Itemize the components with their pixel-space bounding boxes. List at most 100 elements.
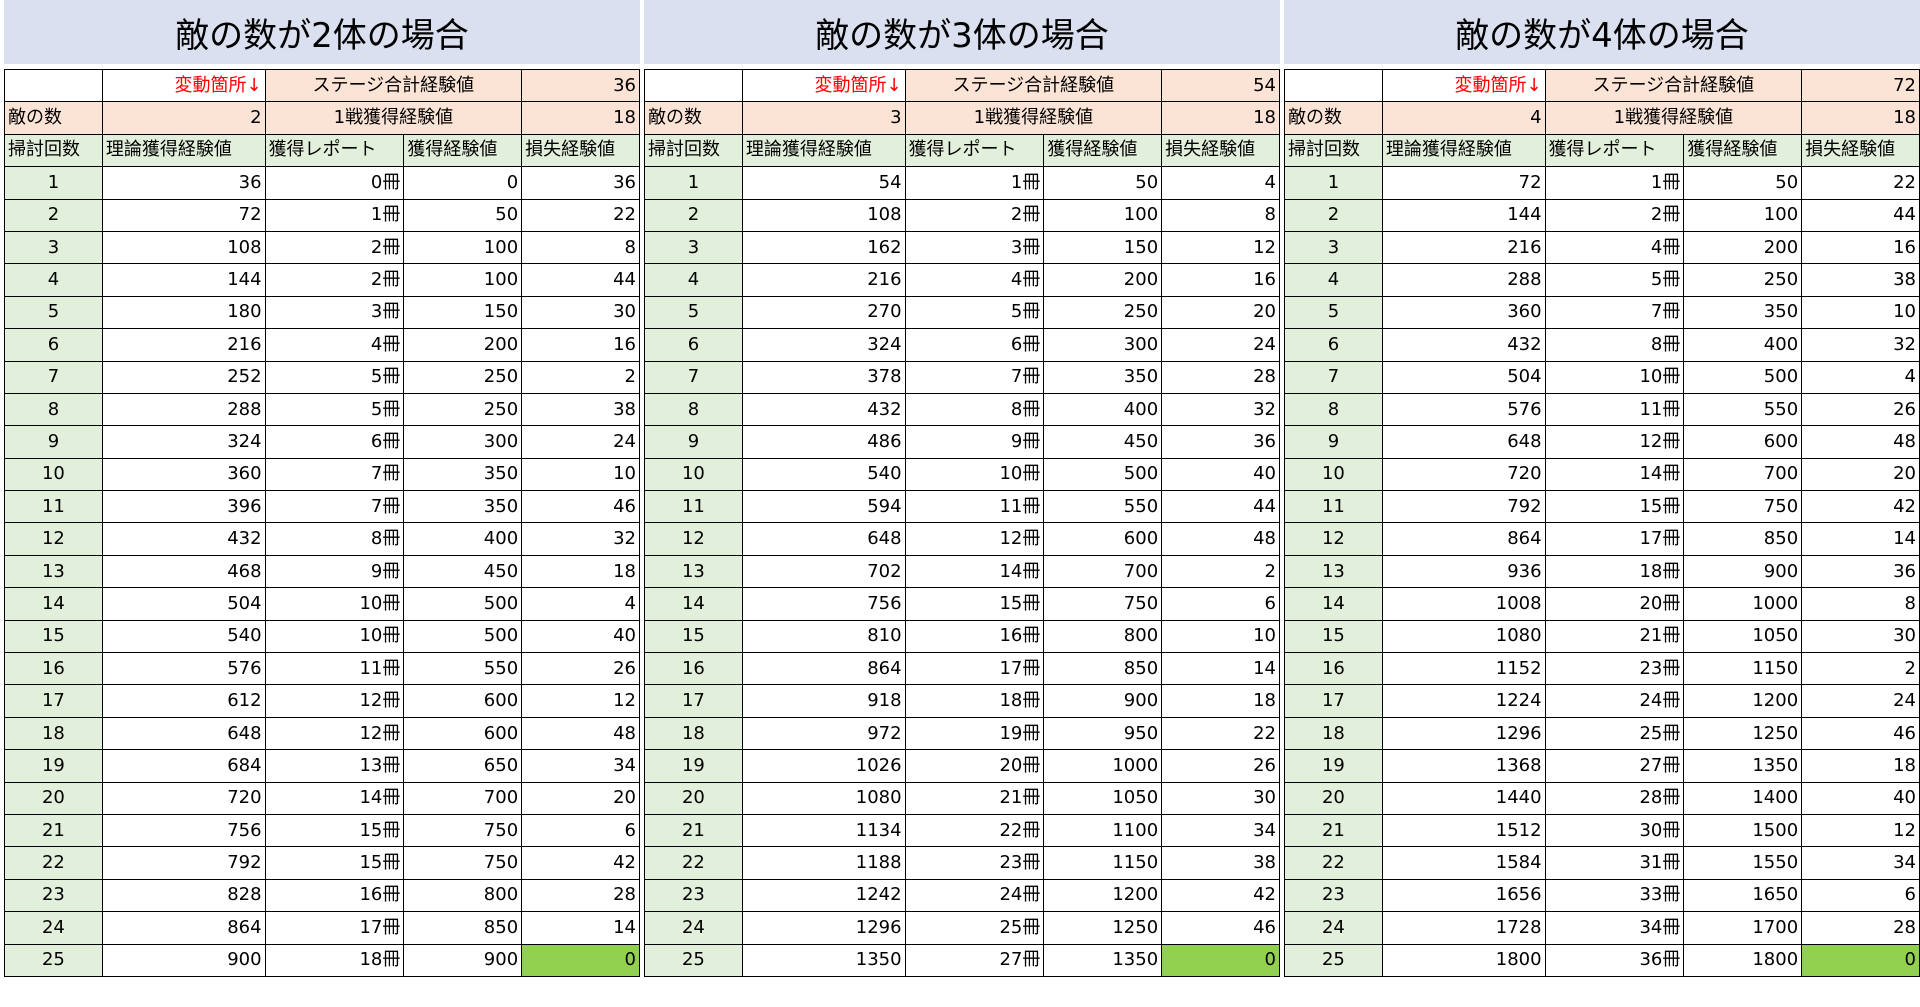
theory-exp-cell[interactable]: 648	[1381, 425, 1546, 459]
reports-cell[interactable]: 30冊	[1544, 813, 1685, 848]
reports-cell[interactable]: 9冊	[904, 425, 1045, 459]
header-lost-exp[interactable]: 損失経験値	[1161, 133, 1280, 168]
enemy-count-value[interactable]: 4	[1381, 101, 1546, 135]
theory-exp-cell[interactable]: 1152	[1381, 652, 1546, 686]
sweep-count-cell[interactable]: 19	[644, 749, 743, 783]
gained-exp-cell[interactable]: 350	[1683, 295, 1803, 330]
gained-exp-cell[interactable]: 50	[403, 198, 523, 232]
reports-cell[interactable]: 25冊	[904, 911, 1045, 945]
gained-exp-cell[interactable]: 600	[403, 684, 523, 718]
theory-exp-cell[interactable]: 1188	[741, 846, 906, 880]
sweep-count-cell[interactable]: 15	[4, 619, 103, 654]
reports-cell[interactable]: 7冊	[904, 360, 1045, 394]
header-theory-exp[interactable]: 理論獲得経験値	[741, 133, 906, 168]
reports-cell[interactable]: 14冊	[904, 554, 1045, 589]
theory-exp-cell[interactable]: 684	[101, 749, 266, 783]
sweep-count-cell[interactable]: 8	[1284, 392, 1383, 427]
lost-exp-cell[interactable]: 0	[1801, 943, 1920, 977]
lost-exp-cell[interactable]: 46	[521, 490, 640, 524]
sweep-count-cell[interactable]: 7	[4, 360, 103, 394]
reports-cell[interactable]: 4冊	[904, 263, 1045, 297]
reports-cell[interactable]: 5冊	[904, 295, 1045, 330]
sweep-count-cell[interactable]: 2	[1284, 198, 1383, 232]
lost-exp-cell[interactable]: 42	[1801, 490, 1920, 524]
lost-exp-cell[interactable]: 14	[1801, 522, 1920, 556]
gained-exp-cell[interactable]: 250	[1683, 263, 1803, 297]
theory-exp-cell[interactable]: 594	[741, 490, 906, 524]
lost-exp-cell[interactable]: 46	[1161, 911, 1280, 945]
theory-exp-cell[interactable]: 324	[101, 425, 266, 459]
sweep-count-cell[interactable]: 19	[1284, 749, 1383, 783]
header-gained-exp[interactable]: 獲得経験値	[1683, 133, 1803, 168]
lost-exp-cell[interactable]: 32	[1161, 392, 1280, 427]
lost-exp-cell[interactable]: 24	[1161, 328, 1280, 362]
theory-exp-cell[interactable]: 360	[1381, 295, 1546, 330]
header-reports[interactable]: 獲得レポート	[264, 133, 405, 168]
reports-cell[interactable]: 12冊	[1544, 425, 1685, 459]
gained-exp-cell[interactable]: 1350	[1683, 749, 1803, 783]
theory-exp-cell[interactable]: 504	[101, 587, 266, 621]
gained-exp-cell[interactable]: 0	[403, 166, 523, 200]
header-sweep-count[interactable]: 掃討回数	[1284, 133, 1383, 168]
theory-exp-cell[interactable]: 1656	[1381, 878, 1546, 913]
lost-exp-cell[interactable]: 2	[521, 360, 640, 394]
lost-exp-cell[interactable]: 44	[1801, 198, 1920, 232]
header-gained-exp[interactable]: 獲得経験値	[1043, 133, 1163, 168]
lost-exp-cell[interactable]: 48	[1801, 425, 1920, 459]
lost-exp-cell[interactable]: 30	[1801, 619, 1920, 654]
lost-exp-cell[interactable]: 44	[521, 263, 640, 297]
reports-cell[interactable]: 23冊	[1544, 652, 1685, 686]
reports-cell[interactable]: 2冊	[904, 198, 1045, 232]
lost-exp-cell[interactable]: 8	[521, 230, 640, 265]
theory-exp-cell[interactable]: 540	[101, 619, 266, 654]
gained-exp-cell[interactable]: 1100	[1043, 813, 1163, 848]
sweep-count-cell[interactable]: 22	[1284, 846, 1383, 880]
sweep-count-cell[interactable]: 4	[4, 263, 103, 297]
lost-exp-cell[interactable]: 6	[1161, 587, 1280, 621]
gained-exp-cell[interactable]: 750	[403, 846, 523, 880]
reports-cell[interactable]: 17冊	[264, 911, 405, 945]
reports-cell[interactable]: 18冊	[904, 684, 1045, 718]
reports-cell[interactable]: 15冊	[264, 846, 405, 880]
theory-exp-cell[interactable]: 1350	[741, 943, 906, 977]
reports-cell[interactable]: 21冊	[1544, 619, 1685, 654]
gained-exp-cell[interactable]: 450	[1043, 425, 1163, 459]
gained-exp-cell[interactable]: 750	[1043, 587, 1163, 621]
reports-cell[interactable]: 5冊	[1544, 263, 1685, 297]
reports-cell[interactable]: 14冊	[1544, 457, 1685, 492]
sweep-count-cell[interactable]: 12	[4, 522, 103, 556]
theory-exp-cell[interactable]: 270	[741, 295, 906, 330]
lost-exp-cell[interactable]: 18	[1801, 749, 1920, 783]
gained-exp-cell[interactable]: 1250	[1043, 911, 1163, 945]
theory-exp-cell[interactable]: 828	[101, 878, 266, 913]
lost-exp-cell[interactable]: 4	[1161, 166, 1280, 200]
gained-exp-cell[interactable]: 850	[1683, 522, 1803, 556]
reports-cell[interactable]: 19冊	[904, 716, 1045, 751]
sweep-count-cell[interactable]: 2	[644, 198, 743, 232]
theory-exp-cell[interactable]: 864	[1381, 522, 1546, 556]
lost-exp-cell[interactable]: 26	[1161, 749, 1280, 783]
reports-cell[interactable]: 10冊	[1544, 360, 1685, 394]
reports-cell[interactable]: 16冊	[264, 878, 405, 913]
theory-exp-cell[interactable]: 720	[1381, 457, 1546, 492]
sweep-count-cell[interactable]: 24	[1284, 911, 1383, 945]
lost-exp-cell[interactable]: 42	[521, 846, 640, 880]
stage-total-label[interactable]: ステージ合計経験値	[1544, 68, 1803, 103]
lost-exp-cell[interactable]: 4	[521, 587, 640, 621]
sweep-count-cell[interactable]: 1	[1284, 166, 1383, 200]
battle-exp-label[interactable]: 1戦獲得経験値	[1544, 101, 1803, 135]
lost-exp-cell[interactable]: 22	[1801, 166, 1920, 200]
theory-exp-cell[interactable]: 432	[1381, 328, 1546, 362]
header-sweep-count[interactable]: 掃討回数	[4, 133, 103, 168]
theory-exp-cell[interactable]: 432	[741, 392, 906, 427]
sweep-count-cell[interactable]: 14	[644, 587, 743, 621]
theory-exp-cell[interactable]: 612	[101, 684, 266, 718]
theory-exp-cell[interactable]: 756	[741, 587, 906, 621]
sweep-count-cell[interactable]: 12	[644, 522, 743, 556]
header-reports[interactable]: 獲得レポート	[1544, 133, 1685, 168]
stage-total-value[interactable]: 54	[1161, 68, 1280, 103]
enemy-count-value[interactable]: 2	[101, 101, 266, 135]
reports-cell[interactable]: 7冊	[1544, 295, 1685, 330]
battle-exp-value[interactable]: 18	[1801, 101, 1920, 135]
gained-exp-cell[interactable]: 250	[403, 360, 523, 394]
